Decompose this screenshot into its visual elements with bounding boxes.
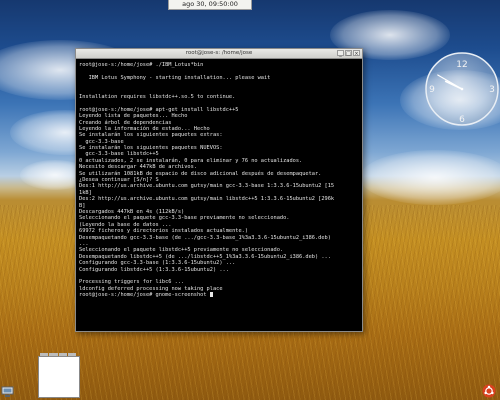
terminal-title: root@jose-s: /home/jose	[185, 50, 253, 56]
close-button[interactable]: ×	[353, 50, 360, 57]
desktop: ago 30, 09:50:00 root@jose-s: /home/jose…	[0, 0, 500, 400]
clock-numeral-12: 12	[456, 60, 467, 70]
minimize-button[interactable]: _	[337, 50, 344, 57]
terminal-line: Des:1 http://us.archive.ubuntu.com gutsy…	[79, 183, 335, 190]
clock-numeral-3: 3	[489, 85, 495, 95]
terminal-titlebar[interactable]: root@jose-s: /home/jose _ □ ×	[76, 49, 362, 59]
terminal-line: Desempaquetando gcc-3.3-base (de .../gcc…	[79, 234, 331, 241]
terminal-line: Des:2 http://us.archive.ubuntu.com gutsy…	[79, 196, 335, 203]
terminal-line: root@jose-s:/home/jose# gnome-screenshot	[79, 292, 359, 298]
monitor-icon[interactable]	[1, 385, 14, 398]
panel-clock[interactable]: ago 30, 09:50:00	[168, 0, 252, 10]
clock-pivot	[460, 87, 464, 91]
terminal-output[interactable]: root@jose-s:/home/jose# ./IBM_Lotus*bin …	[76, 59, 362, 330]
terminal-window[interactable]: root@jose-s: /home/jose _ □ × root@jose-…	[75, 48, 363, 332]
clock-numeral-9: 9	[429, 85, 435, 95]
ubuntu-logo-icon[interactable]	[482, 384, 496, 398]
screenshot-thumbnail[interactable]	[38, 356, 80, 398]
cloud	[360, 150, 500, 205]
clock-numeral-6: 6	[459, 115, 465, 125]
terminal-cursor	[209, 292, 213, 298]
window-controls: _ □ ×	[337, 50, 360, 57]
maximize-button[interactable]: □	[345, 50, 352, 57]
analog-clock-widget[interactable]: 12 3 6 9	[423, 50, 500, 128]
